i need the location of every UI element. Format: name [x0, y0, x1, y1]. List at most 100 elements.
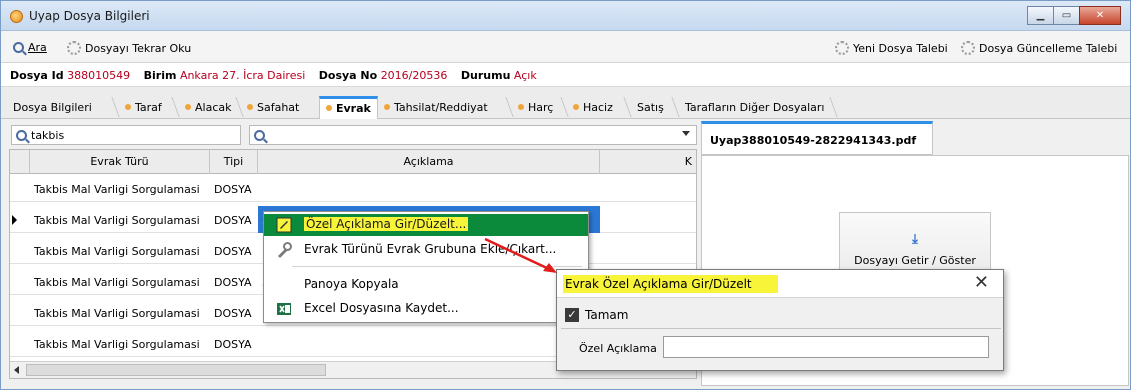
menu-item-evrak-turu-grup[interactable]: Evrak Türünü Evrak Grubuna Ekle/Çıkart..…: [264, 239, 588, 261]
maximize-icon: ▭: [1061, 10, 1072, 21]
column-header-aciklama[interactable]: Açıklama: [258, 150, 600, 174]
excel-icon: [277, 303, 291, 315]
search-icon: [16, 129, 27, 141]
window-title: Uyap Dosya Bilgileri: [29, 9, 150, 23]
scroll-left-icon[interactable]: [14, 366, 19, 374]
edit-note-dialog: Evrak Özel Açıklama Gir/Düzelt ✕ ✓ Tamam…: [556, 269, 1004, 371]
menu-item-ozel-aciklama[interactable]: Özel Açıklama Gir/Düzelt...: [264, 214, 588, 236]
dialog-title-bar: Evrak Özel Açıklama Gir/Düzelt ✕: [557, 270, 1003, 298]
ok-button[interactable]: ✓ Tamam: [565, 308, 628, 322]
cell-tipi: DOSYA: [214, 214, 252, 227]
column-header-k[interactable]: K: [600, 150, 696, 174]
cell-evrak-turu: Takbis Mal Varligi Sorgulamasi: [34, 307, 200, 320]
menu-item-excel-kaydet[interactable]: Excel Dosyasına Kaydet...: [264, 298, 588, 320]
chevron-down-icon[interactable]: [682, 131, 690, 136]
file-info-bar: Dosya Id 388010549 Birim Ankara 27. İcra…: [1, 63, 1130, 87]
dosya-no-label: Dosya No: [318, 69, 378, 82]
scrollbar-thumb[interactable]: [26, 364, 326, 376]
tab-taraf[interactable]: Taraf: [125, 96, 162, 119]
ok-label: Tamam: [585, 308, 629, 322]
menu-item-label: Panoya Kopyala: [304, 277, 399, 291]
new-request-label: Yeni Dosya Talebi: [853, 41, 948, 55]
cell-aciklama: [258, 330, 600, 357]
search-query: takbis: [31, 128, 65, 142]
tab-dosya-bilgileri[interactable]: Dosya Bilgileri: [13, 96, 92, 119]
tab-label: Safahat: [257, 101, 300, 114]
request-icon: [835, 41, 849, 55]
note-field-label: Özel Açıklama: [579, 342, 657, 355]
tab-label: Dosya Bilgileri: [13, 101, 92, 114]
durum-label: Durumu: [460, 69, 511, 82]
toolbar: Ara Dosyayı Tekrar Oku Yeni Dosya Talebi…: [1, 31, 1130, 63]
minimize-button[interactable]: ▁: [1027, 6, 1054, 25]
search-icon: [13, 42, 24, 53]
status-dot-icon: [573, 104, 579, 110]
tab-alacak[interactable]: Alacak: [185, 96, 231, 119]
refresh-icon: [67, 41, 81, 55]
context-menu: Özel Açıklama Gir/Düzelt... Evrak Türünü…: [263, 211, 589, 323]
search-icon: [254, 129, 265, 141]
tab-taraflarin-diger-dosyalari[interactable]: Tarafların Diğer Dosyaları: [685, 96, 824, 119]
filter-combobox[interactable]: [249, 125, 697, 145]
dosya-id-value: 388010549: [67, 69, 131, 82]
column-header-tipi[interactable]: Tipi: [210, 150, 258, 174]
cell-tipi: DOSYA: [214, 338, 252, 351]
tab-harc[interactable]: Harç: [518, 96, 553, 119]
search-input[interactable]: takbis: [11, 125, 241, 145]
close-button[interactable]: ✕: [1079, 6, 1121, 25]
tab-bar: Dosya Bilgileri Taraf Alacak Safahat Evr…: [1, 87, 1130, 119]
birim-value: Ankara 27. İcra Dairesi: [179, 69, 306, 82]
tab-label: Evrak: [336, 102, 371, 115]
menu-item-label: Excel Dosyasına Kaydet...: [304, 301, 459, 315]
column-header-evrak-turu[interactable]: Evrak Türü: [30, 150, 210, 174]
cell-evrak-turu: Takbis Mal Varligi Sorgulamasi: [34, 183, 200, 196]
status-dot-icon: [326, 105, 332, 111]
update-request-button[interactable]: Dosya Güncelleme Talebi: [961, 41, 1117, 55]
app-window: Uyap Dosya Bilgileri ▁ ▭ ✕ Ara Dosyayı T…: [0, 0, 1131, 390]
maximize-button[interactable]: ▭: [1053, 6, 1080, 25]
tab-haciz[interactable]: Haciz: [573, 96, 613, 119]
tab-label: Satış: [637, 101, 664, 114]
cell-tipi: DOSYA: [214, 276, 252, 289]
tab-satis[interactable]: Satış: [637, 96, 664, 119]
reload-button[interactable]: Dosyayı Tekrar Oku: [67, 41, 191, 55]
cell-evrak-turu: Takbis Mal Varligi Sorgulamasi: [34, 214, 200, 227]
table-row[interactable]: Takbis Mal Varligi Sorgulamasi DOSYA: [10, 175, 696, 202]
cell-aciklama: [258, 175, 600, 202]
status-dot-icon: [185, 104, 191, 110]
status-dot-icon: [125, 104, 131, 110]
cell-evrak-turu: Takbis Mal Varligi Sorgulamasi: [34, 245, 200, 258]
wrench-icon: [278, 242, 292, 258]
status-dot-icon: [384, 104, 390, 110]
status-dot-icon: [518, 104, 524, 110]
tab-evrak[interactable]: Evrak: [319, 96, 378, 119]
pdf-tab[interactable]: Uyap388010549-2822941343.pdf: [701, 121, 933, 155]
new-request-button[interactable]: Yeni Dosya Talebi: [835, 41, 948, 55]
dialog-close-icon[interactable]: ✕: [974, 274, 989, 292]
menu-item-panoya-kopyala[interactable]: Panoya Kopyala: [264, 274, 588, 296]
reload-label: Dosyayı Tekrar Oku: [85, 41, 192, 55]
tab-safahat[interactable]: Safahat: [247, 96, 299, 119]
note-input[interactable]: [663, 336, 989, 358]
window-controls: ▁ ▭ ✕: [1027, 6, 1121, 25]
row-indicator-icon: [12, 215, 17, 225]
fetch-document-label: Dosyayı Getir / Göster: [854, 254, 976, 267]
dialog-divider: [561, 328, 1001, 329]
tab-label: Tahsilat/Reddiyat: [394, 101, 488, 114]
download-icon: ⤓: [912, 232, 918, 247]
tab-label: Alacak: [195, 101, 232, 114]
tab-label: Tarafların Diğer Dosyaları: [685, 101, 825, 114]
app-icon: [10, 10, 23, 23]
durum-value: Açık: [513, 69, 537, 82]
cell-tipi: DOSYA: [214, 307, 252, 320]
update-request-label: Dosya Güncelleme Talebi: [979, 41, 1118, 55]
search-button[interactable]: Ara: [13, 41, 47, 54]
tab-label: Taraf: [135, 101, 162, 114]
grid-header: Evrak Türü Tipi Açıklama K: [10, 150, 696, 174]
tab-tahsilat-reddiyat[interactable]: Tahsilat/Reddiyat: [384, 96, 488, 119]
tab-label: Harç: [528, 101, 554, 114]
check-icon: ✓: [565, 308, 579, 322]
minimize-icon: ▁: [1036, 10, 1045, 21]
dosya-id-label: Dosya Id: [10, 69, 64, 82]
menu-item-label: Evrak Türünü Evrak Grubuna Ekle/Çıkart..…: [304, 242, 557, 256]
